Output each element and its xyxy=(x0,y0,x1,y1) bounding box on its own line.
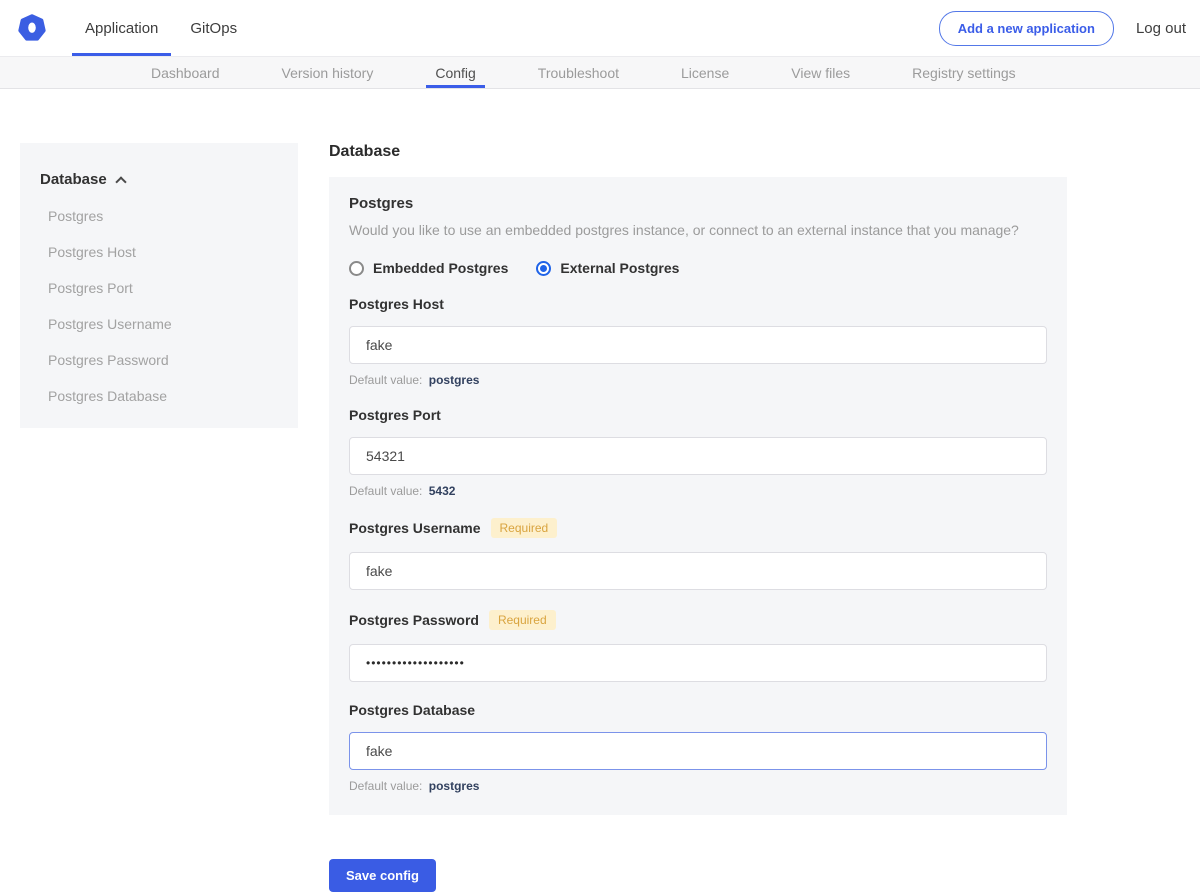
field-label: Postgres Username xyxy=(349,520,481,536)
postgres-database-input[interactable] xyxy=(349,732,1047,770)
field-postgres-database: Postgres Database Default value: postgre… xyxy=(349,702,1047,793)
logout-link[interactable]: Log out xyxy=(1136,20,1186,37)
subnav-tab-registry-settings[interactable]: Registry settings xyxy=(903,57,1024,88)
group-label-postgres: Postgres xyxy=(349,195,1047,212)
default-value-prefix: Default value: xyxy=(349,484,422,498)
default-value-prefix: Default value: xyxy=(349,373,422,387)
field-label: Postgres Database xyxy=(349,702,475,718)
chevron-up-icon xyxy=(115,176,126,187)
field-label: Postgres Host xyxy=(349,296,444,312)
sidebar-item-postgres-username[interactable]: Postgres Username xyxy=(40,316,278,332)
save-config-button[interactable]: Save config xyxy=(329,859,436,892)
default-value-text: postgres xyxy=(429,373,480,387)
subnav-tab-license[interactable]: License xyxy=(672,57,738,88)
subnav-tab-version-history[interactable]: Version history xyxy=(273,57,383,88)
page-title: Database xyxy=(329,143,1067,161)
sidebar-item-postgres[interactable]: Postgres xyxy=(40,208,278,224)
field-postgres-host: Postgres Host Default value: postgres xyxy=(349,296,1047,387)
postgres-help-text: Would you like to use an embedded postgr… xyxy=(349,222,1047,238)
sidebar-item-postgres-port[interactable]: Postgres Port xyxy=(40,280,278,296)
default-value-line: Default value: postgres xyxy=(349,779,1047,793)
postgres-username-input[interactable] xyxy=(349,552,1047,590)
radio-embedded-postgres[interactable]: Embedded Postgres xyxy=(349,260,508,276)
required-badge: Required xyxy=(489,610,556,630)
subnav-tab-label: Registry settings xyxy=(912,65,1015,81)
radio-circle-icon xyxy=(349,261,364,276)
default-value-prefix: Default value: xyxy=(349,779,422,793)
subnav-tab-config[interactable]: Config xyxy=(426,57,484,88)
radio-label: External Postgres xyxy=(560,260,679,276)
tab-application[interactable]: Application xyxy=(72,0,171,56)
default-value-line: Default value: postgres xyxy=(349,373,1047,387)
subnav-tab-label: Version history xyxy=(282,65,374,81)
sidebar-item-postgres-host[interactable]: Postgres Host xyxy=(40,244,278,260)
sidebar-item-postgres-password[interactable]: Postgres Password xyxy=(40,352,278,368)
default-value-text: 5432 xyxy=(429,484,456,498)
postgres-mode-radio-group: Embedded Postgres External Postgres xyxy=(349,260,1047,276)
config-sidebar: Database Postgres Postgres Host Postgres… xyxy=(20,143,298,428)
default-value-line: Default value: 5432 xyxy=(349,484,1047,498)
subnav-tab-view-files[interactable]: View files xyxy=(782,57,859,88)
subnav-tab-troubleshoot[interactable]: Troubleshoot xyxy=(529,57,628,88)
tab-application-label: Application xyxy=(85,20,158,37)
config-main: Database Postgres Would you like to use … xyxy=(329,143,1067,892)
database-config-panel: Postgres Would you like to use an embedd… xyxy=(329,177,1067,815)
subnav-tab-label: Dashboard xyxy=(151,65,220,81)
postgres-host-input[interactable] xyxy=(349,326,1047,364)
default-value-text: postgres xyxy=(429,779,480,793)
field-postgres-username: Postgres Username Required xyxy=(349,518,1047,590)
subnav-tab-label: License xyxy=(681,65,729,81)
top-nav: Application GitOps Add a new application… xyxy=(0,0,1200,56)
required-badge: Required xyxy=(491,518,558,538)
radio-external-postgres[interactable]: External Postgres xyxy=(536,260,679,276)
app-logo[interactable] xyxy=(18,0,46,56)
app-logo-icon xyxy=(18,14,46,42)
subnav-tab-label: View files xyxy=(791,65,850,81)
postgres-port-input[interactable] xyxy=(349,437,1047,475)
sidebar-item-postgres-database[interactable]: Postgres Database xyxy=(40,388,278,404)
field-label: Postgres Password xyxy=(349,612,479,628)
field-label: Postgres Port xyxy=(349,407,441,423)
topnav-spacer xyxy=(256,0,939,56)
topnav-right: Add a new application Log out xyxy=(939,0,1200,56)
config-page: Database Postgres Postgres Host Postgres… xyxy=(0,143,1200,892)
subnav-tab-label: Troubleshoot xyxy=(538,65,619,81)
tab-gitops-label: GitOps xyxy=(190,20,237,37)
field-postgres-password: Postgres Password Required xyxy=(349,610,1047,682)
subnav-tab-dashboard[interactable]: Dashboard xyxy=(142,57,229,88)
radio-circle-icon xyxy=(536,261,551,276)
postgres-password-input[interactable] xyxy=(349,644,1047,682)
tab-gitops[interactable]: GitOps xyxy=(177,0,250,56)
radio-label: Embedded Postgres xyxy=(373,260,508,276)
field-postgres-port: Postgres Port Default value: 5432 xyxy=(349,407,1047,498)
add-application-button[interactable]: Add a new application xyxy=(939,11,1114,46)
sidebar-group-database[interactable]: Database xyxy=(40,171,278,188)
subnav-tab-label: Config xyxy=(435,65,475,81)
sidebar-group-label: Database xyxy=(40,171,107,188)
app-subnav: Dashboard Version history Config Trouble… xyxy=(0,56,1200,89)
